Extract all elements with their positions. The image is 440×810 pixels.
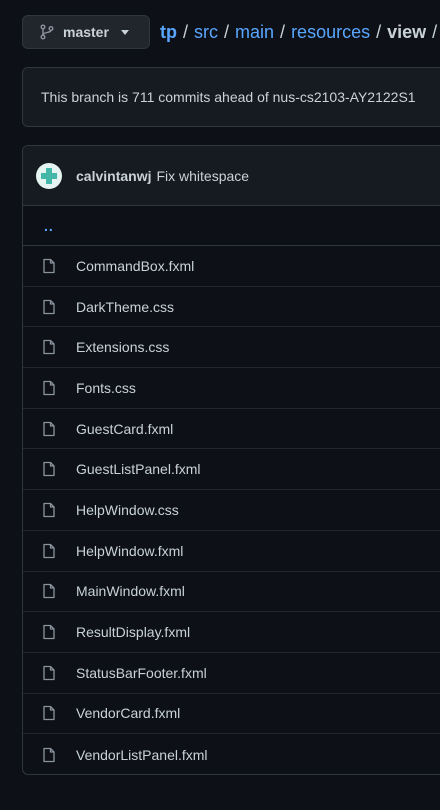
file-row[interactable]: Extensions.css: [23, 327, 440, 369]
file-icon: [43, 747, 55, 762]
file-name-link[interactable]: MainWindow.fxml: [76, 583, 185, 599]
file-name-link[interactable]: Fonts.css: [76, 380, 136, 396]
repo-nav-bar: master tp / src / main / resources / vie…: [22, 14, 440, 50]
branch-ahead-notice: This branch is 711 commits ahead of nus-…: [22, 67, 440, 127]
parent-directory-link[interactable]: ..: [44, 218, 54, 234]
file-row[interactable]: HelpWindow.fxml: [23, 531, 440, 572]
caret-down-icon: [120, 29, 129, 35]
file-row[interactable]: DarkTheme.css: [23, 287, 440, 328]
breadcrumb-link-main[interactable]: main: [235, 22, 274, 43]
file-name-link[interactable]: ResultDisplay.fxml: [76, 624, 190, 640]
breadcrumb-separator: /: [224, 21, 230, 42]
breadcrumb-separator: /: [432, 21, 438, 42]
breadcrumb-root-link[interactable]: tp: [160, 22, 177, 43]
file-icon: [43, 462, 55, 477]
file-name-link[interactable]: DarkTheme.css: [76, 299, 174, 315]
file-name-link[interactable]: GuestListPanel.fxml: [76, 461, 201, 477]
file-name-link[interactable]: HelpWindow.css: [76, 502, 179, 518]
file-name-link[interactable]: HelpWindow.fxml: [76, 543, 183, 559]
file-row[interactable]: StatusBarFooter.fxml: [23, 653, 440, 694]
file-icon: [43, 543, 55, 558]
file-row[interactable]: CommandBox.fxml: [23, 246, 440, 287]
breadcrumb-separator: /: [376, 21, 382, 42]
branch-ahead-text: This branch is 711 commits ahead of nus-…: [41, 89, 416, 105]
file-icon: [43, 380, 55, 396]
parent-directory-row[interactable]: ..: [23, 206, 440, 246]
latest-commit-row: calvintanwj Fix whitespace: [23, 146, 440, 206]
file-row[interactable]: VendorCard.fxml: [23, 694, 440, 735]
file-row[interactable]: ResultDisplay.fxml: [23, 612, 440, 653]
file-icon: [43, 421, 55, 436]
file-icon: [43, 502, 55, 518]
commit-author-link[interactable]: calvintanwj: [76, 168, 151, 184]
file-icon: [43, 258, 55, 273]
file-name-link[interactable]: VendorListPanel.fxml: [76, 747, 208, 763]
file-row[interactable]: MainWindow.fxml: [23, 572, 440, 613]
file-row[interactable]: GuestCard.fxml: [23, 409, 440, 450]
file-icon: [43, 624, 55, 640]
file-listing: calvintanwj Fix whitespace .. CommandBox…: [22, 145, 440, 775]
breadcrumb-link-src[interactable]: src: [194, 22, 218, 43]
breadcrumb-separator: /: [280, 21, 286, 42]
file-row[interactable]: HelpWindow.css: [23, 490, 440, 531]
file-name-link[interactable]: CommandBox.fxml: [76, 258, 194, 274]
file-icon: [43, 584, 55, 599]
breadcrumb-current: view: [387, 21, 427, 42]
file-icon: [43, 665, 55, 680]
file-row[interactable]: Fonts.css: [23, 368, 440, 409]
file-icon: [43, 340, 55, 355]
breadcrumb-separator: /: [183, 21, 189, 42]
file-icon: [43, 706, 55, 721]
commit-message-link[interactable]: Fix whitespace: [156, 168, 249, 184]
avatar[interactable]: [36, 162, 62, 189]
file-icon: [43, 299, 55, 314]
file-row[interactable]: GuestListPanel.fxml: [23, 449, 440, 491]
breadcrumb: tp / src / main / resources / view /: [160, 22, 440, 43]
branch-name: master: [63, 24, 109, 40]
file-name-link[interactable]: StatusBarFooter.fxml: [76, 665, 207, 681]
file-name-link[interactable]: GuestCard.fxml: [76, 421, 173, 437]
branch-select-button[interactable]: master: [22, 15, 150, 49]
git-branch-icon: [40, 24, 54, 40]
file-name-link[interactable]: VendorCard.fxml: [76, 705, 180, 721]
file-row[interactable]: VendorListPanel.fxml: [23, 734, 440, 774]
breadcrumb-link-resources[interactable]: resources: [291, 22, 370, 43]
file-name-link[interactable]: Extensions.css: [76, 339, 169, 355]
